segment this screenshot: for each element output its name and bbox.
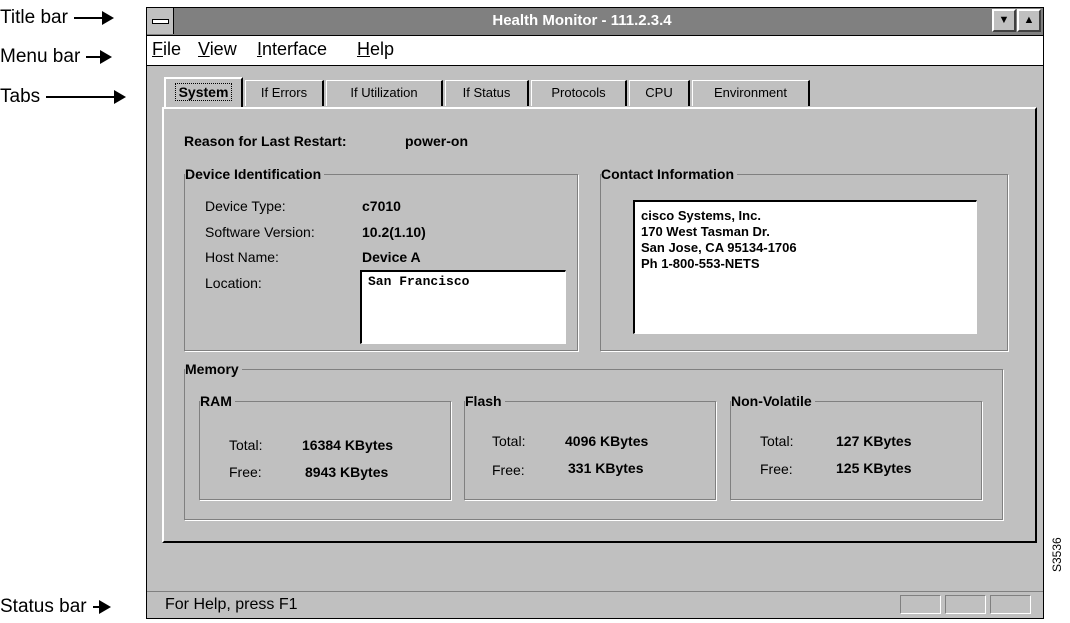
restart-value: power-on — [405, 133, 468, 149]
ram-title: RAM — [200, 393, 235, 409]
tab-environment[interactable]: Environment — [692, 80, 810, 106]
non-volatile-total-value: 127 KBytes — [836, 433, 912, 449]
arrow-right-icon — [46, 90, 127, 104]
device-type-value: c7010 — [362, 198, 401, 214]
status-pane — [945, 595, 986, 614]
menu-help[interactable]: Help — [357, 39, 394, 60]
callout-status-bar: Status bar — [0, 596, 111, 618]
menu-view[interactable]: View — [198, 39, 237, 60]
status-pane — [900, 595, 941, 614]
callout-tabs-label: Tabs — [0, 86, 41, 107]
system-menu-button[interactable] — [147, 8, 174, 34]
host-name-value: Device A — [362, 249, 421, 265]
location-field[interactable]: San Francisco — [360, 270, 566, 344]
flash-free-label: Free: — [492, 462, 525, 478]
callout-tabs: Tabs — [0, 86, 127, 108]
restart-label: Reason for Last Restart: — [184, 133, 347, 149]
arrow-right-icon — [92, 600, 111, 614]
host-name-label: Host Name: — [205, 249, 279, 265]
flash-total-value: 4096 KBytes — [565, 433, 649, 449]
menu-interface[interactable]: Interface — [257, 39, 327, 60]
device-type-label: Device Type: — [205, 198, 286, 214]
flash-free-value: 331 KBytes — [568, 460, 644, 476]
tab-system[interactable]: System — [164, 77, 243, 109]
menu-bar: File View Interface Help — [147, 36, 1043, 66]
non-volatile-free-label: Free: — [760, 461, 793, 477]
tab-if-errors[interactable]: If Errors — [245, 80, 324, 106]
location-label: Location: — [205, 275, 262, 291]
tab-if-status[interactable]: If Status — [445, 80, 529, 106]
flash-group: Flash — [464, 393, 716, 500]
status-bar: For Help, press F1 — [147, 591, 1043, 618]
callout-menu-bar-label: Menu bar — [0, 46, 81, 67]
menu-file[interactable]: File — [152, 39, 181, 60]
title-bar: Health Monitor - 111.2.3.4 ▼ ▲ — [147, 8, 1043, 36]
tab-cpu[interactable]: CPU — [629, 80, 690, 106]
ram-free-label: Free: — [229, 464, 262, 480]
non-volatile-title: Non-Volatile — [731, 393, 815, 409]
minimize-button[interactable]: ▼ — [992, 9, 1016, 32]
window-title: Health Monitor - 111.2.3.4 — [492, 12, 672, 29]
tab-if-utilization[interactable]: If Utilization — [326, 80, 443, 106]
ram-free-value: 8943 KBytes — [305, 464, 389, 480]
status-pane — [990, 595, 1031, 614]
status-text: For Help, press F1 — [165, 596, 298, 613]
contact-information-title: Contact Information — [601, 166, 737, 182]
flash-total-label: Total: — [492, 433, 526, 449]
software-version-label: Software Version: — [205, 224, 315, 240]
arrow-right-icon — [73, 11, 114, 25]
maximize-button[interactable]: ▲ — [1017, 9, 1041, 32]
callout-title-bar-label: Title bar — [0, 7, 68, 28]
figure-code: S3536 — [1050, 537, 1064, 572]
contact-field[interactable]: cisco Systems, Inc. 170 West Tasman Dr. … — [633, 200, 977, 334]
callout-title-bar: Title bar — [0, 7, 114, 29]
non-volatile-group: Non-Volatile — [730, 393, 982, 500]
non-volatile-free-value: 125 KBytes — [836, 460, 912, 476]
device-identification-title: Device Identification — [185, 166, 325, 182]
ram-total-value: 16384 KBytes — [302, 437, 394, 453]
contact-line: Ph 1-800-553-NETS — [641, 256, 760, 271]
contact-line: 170 West Tasman Dr. — [641, 224, 770, 239]
callout-menu-bar: Menu bar — [0, 46, 113, 68]
flash-title: Flash — [465, 393, 505, 409]
ram-total-label: Total: — [229, 437, 263, 453]
tab-protocols[interactable]: Protocols — [531, 80, 627, 106]
contact-line: cisco Systems, Inc. — [641, 208, 761, 223]
software-version-value: 10.2(1.10) — [362, 224, 426, 240]
callout-status-bar-label: Status bar — [0, 596, 87, 617]
arrow-right-icon — [86, 50, 113, 64]
non-volatile-total-label: Total: — [760, 433, 794, 449]
contact-line: San Jose, CA 95134-1706 — [641, 240, 797, 255]
memory-title: Memory — [185, 361, 242, 377]
